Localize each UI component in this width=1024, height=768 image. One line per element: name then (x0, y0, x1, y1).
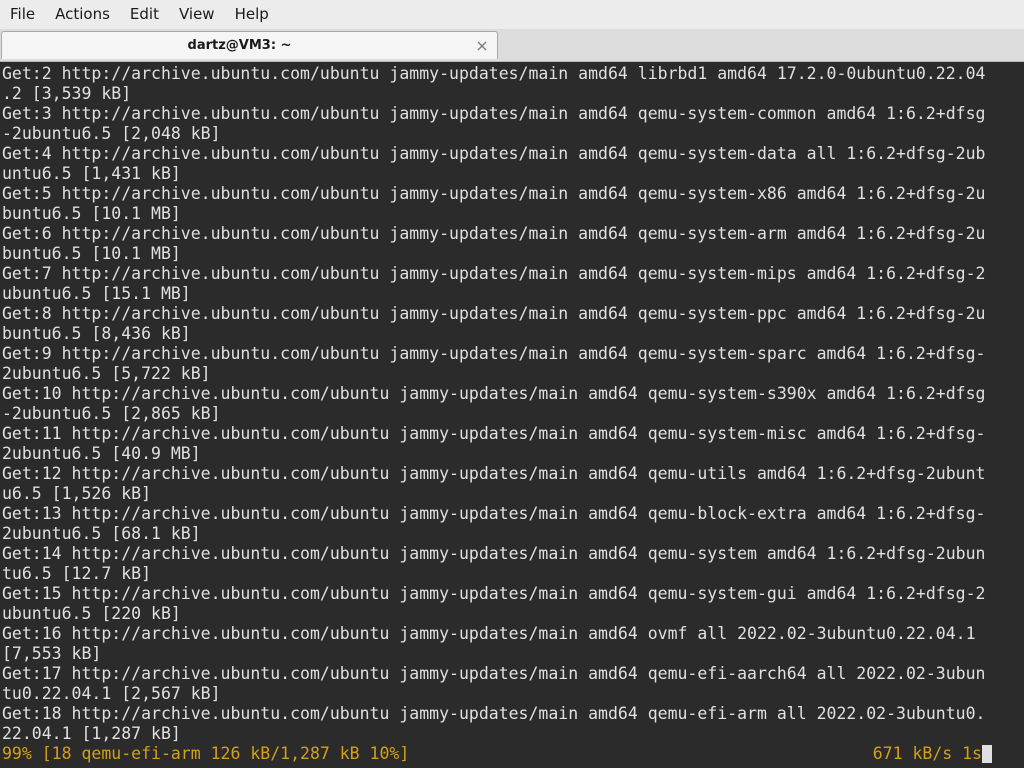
menubar: File Actions Edit View Help (0, 0, 1024, 29)
terminal-output[interactable]: Get:2 http://archive.ubuntu.com/ubuntu j… (0, 62, 1024, 768)
terminal-line: Get:11 http://archive.ubuntu.com/ubuntu … (2, 424, 986, 443)
terminal-line: tu0.22.04.1 [2,567 kB] (2, 684, 221, 703)
terminal-line: Get:6 http://archive.ubuntu.com/ubuntu j… (2, 224, 986, 243)
terminal-line: ubuntu6.5 [15.1 MB] (2, 284, 191, 303)
terminal-line: [7,553 kB] (2, 644, 102, 663)
menu-edit[interactable]: Edit (120, 0, 169, 29)
terminal-line: buntu6.5 [10.1 MB] (2, 244, 181, 263)
terminal-line: Get:18 http://archive.ubuntu.com/ubuntu … (2, 704, 986, 723)
terminal-line: Get:4 http://archive.ubuntu.com/ubuntu j… (2, 144, 986, 163)
terminal-line: -2ubuntu6.5 [2,048 kB] (2, 124, 221, 143)
terminal-line: Get:13 http://archive.ubuntu.com/ubuntu … (2, 504, 986, 523)
terminal-lines: Get:2 http://archive.ubuntu.com/ubuntu j… (2, 64, 1002, 744)
terminal-line: Get:8 http://archive.ubuntu.com/ubuntu j… (2, 304, 986, 323)
progress-status-left: 99% [18 qemu-efi-arm 126 kB/1,287 kB 10%… (2, 744, 410, 763)
terminal-line: Get:15 http://archive.ubuntu.com/ubuntu … (2, 584, 986, 603)
terminal-line: 2ubuntu6.5 [68.1 kB] (2, 524, 201, 543)
tab-terminal[interactable]: dartz@VM3: ~ (1, 31, 498, 59)
progress-status-right: 671 kB/s 1s (872, 744, 982, 763)
progress-status-line: 99% [18 qemu-efi-arm 126 kB/1,287 kB 10%… (2, 744, 994, 764)
terminal-line: Get:16 http://archive.ubuntu.com/ubuntu … (2, 624, 976, 643)
terminal-line: -2ubuntu6.5 [2,865 kB] (2, 404, 221, 423)
menu-file[interactable]: File (0, 0, 45, 29)
terminal-line: Get:14 http://archive.ubuntu.com/ubuntu … (2, 544, 986, 563)
terminal-line: untu6.5 [1,431 kB] (2, 164, 181, 183)
terminal-line: buntu6.5 [10.1 MB] (2, 204, 181, 223)
terminal-line: buntu6.5 [8,436 kB] (2, 324, 191, 343)
terminal-line: Get:3 http://archive.ubuntu.com/ubuntu j… (2, 104, 986, 123)
terminal-line: Get:9 http://archive.ubuntu.com/ubuntu j… (2, 344, 986, 363)
terminal-line: Get:2 http://archive.ubuntu.com/ubuntu j… (2, 64, 986, 83)
terminal-line: Get:7 http://archive.ubuntu.com/ubuntu j… (2, 264, 986, 283)
terminal-line: ubuntu6.5 [220 kB] (2, 604, 181, 623)
terminal-line: Get:12 http://archive.ubuntu.com/ubuntu … (2, 464, 986, 483)
tab-bar: dartz@VM3: ~ (0, 29, 1024, 62)
menu-actions[interactable]: Actions (45, 0, 120, 29)
terminal-line: 2ubuntu6.5 [5,722 kB] (2, 364, 211, 383)
terminal-line: Get:5 http://archive.ubuntu.com/ubuntu j… (2, 184, 986, 203)
terminal-line: tu6.5 [12.7 kB] (2, 564, 152, 583)
terminal-line: 2ubuntu6.5 [40.9 MB] (2, 444, 201, 463)
menu-help[interactable]: Help (225, 0, 279, 29)
menu-view[interactable]: View (169, 0, 225, 29)
terminal-line: Get:17 http://archive.ubuntu.com/ubuntu … (2, 664, 986, 683)
close-icon[interactable] (475, 38, 489, 52)
terminal-cursor (982, 745, 992, 763)
terminal-line: Get:10 http://archive.ubuntu.com/ubuntu … (2, 384, 986, 403)
tab-title: dartz@VM3: ~ (187, 38, 292, 53)
terminal-line: 22.04.1 [1,287 kB] (2, 724, 181, 743)
terminal-window: File Actions Edit View Help dartz@VM3: ~… (0, 0, 1024, 768)
terminal-line: u6.5 [1,526 kB] (2, 484, 152, 503)
terminal-line: .2 [3,539 kB] (2, 84, 132, 103)
